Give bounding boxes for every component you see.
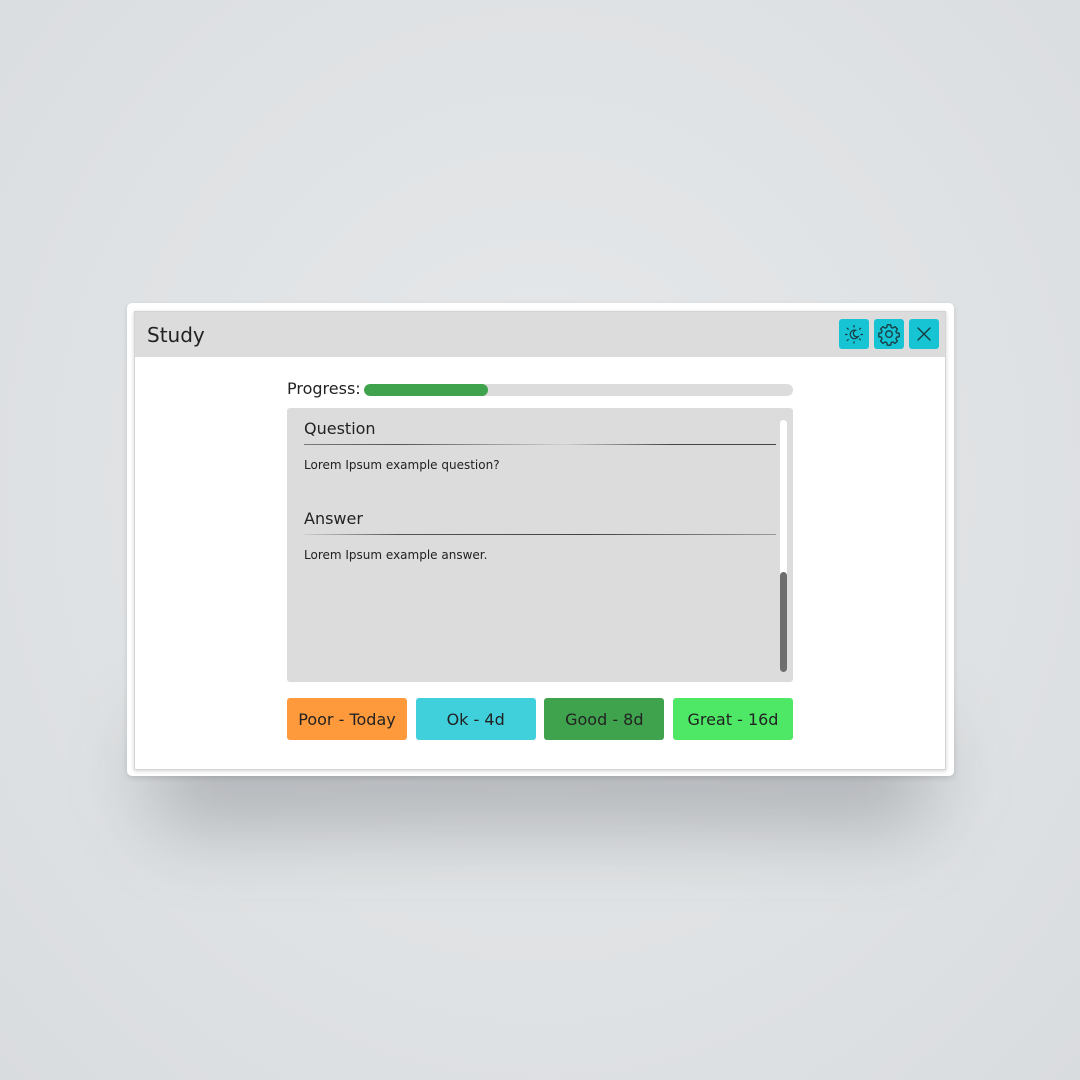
rating-great-button[interactable]: Great - 16d (672, 698, 793, 740)
settings-button[interactable] (874, 319, 904, 349)
rating-buttons: Poor - Today Ok - 4d Good - 8d Great - 1… (287, 698, 793, 740)
flashcard-content: Question Lorem Ipsum example question? A… (304, 418, 776, 563)
window-frame: Study Progress: Question Lorem Ipsum exa… (134, 311, 946, 770)
flashcard-panel: Question Lorem Ipsum example question? A… (287, 408, 793, 682)
scrollbar-track[interactable] (780, 420, 787, 672)
answer-heading: Answer (304, 509, 363, 528)
study-window: Study Progress: Question Lorem Ipsum exa… (127, 303, 954, 776)
question-text: Lorem Ipsum example question? (304, 458, 500, 472)
answer-divider (304, 534, 776, 535)
gear-icon (877, 322, 901, 346)
rating-good-button[interactable]: Good - 8d (544, 698, 665, 740)
scrollbar-thumb[interactable] (780, 572, 787, 672)
progress-label: Progress: (287, 379, 361, 398)
close-icon (914, 324, 934, 344)
progress-fill (364, 384, 489, 396)
answer-text: Lorem Ipsum example answer. (304, 548, 488, 562)
theme-toggle-icon (843, 323, 865, 345)
progress-track (364, 384, 793, 396)
rating-poor-button[interactable]: Poor - Today (287, 698, 407, 740)
title-bar[interactable]: Study (135, 312, 945, 357)
question-heading: Question (304, 419, 376, 438)
question-divider (304, 444, 776, 445)
rating-ok-button[interactable]: Ok - 4d (415, 698, 536, 740)
theme-toggle-button[interactable] (839, 319, 869, 349)
progress-row: Progress: (287, 378, 793, 402)
title-bar-buttons (839, 319, 939, 349)
close-button[interactable] (909, 319, 939, 349)
window-title: Study (147, 323, 205, 347)
